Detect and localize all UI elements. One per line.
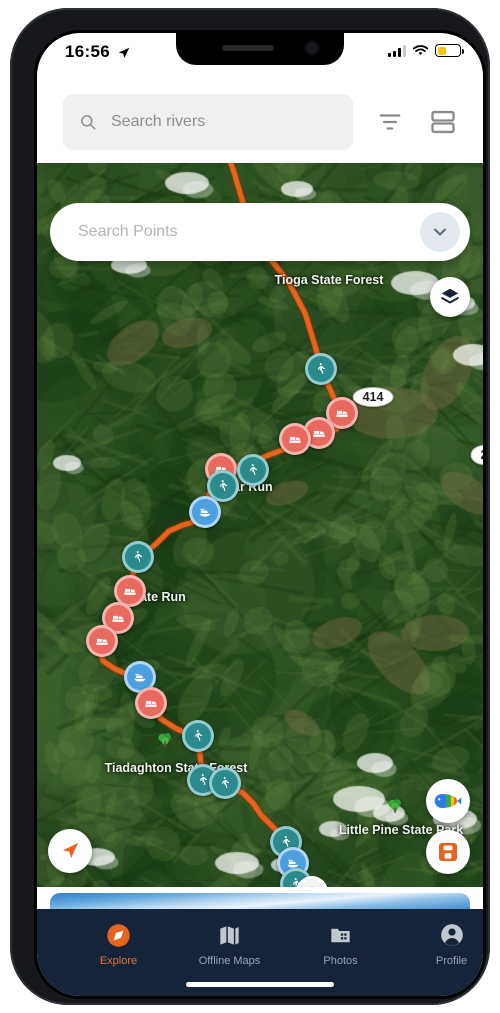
status-time: 16:56	[65, 42, 110, 61]
fish-icon	[434, 794, 462, 808]
map-view[interactable]: Tioga State Forest Cedar Run Slate Run Tiad…	[37, 163, 483, 909]
search-points-bar[interactable]	[50, 203, 470, 261]
tab-offline-maps[interactable]: Offline Maps	[174, 921, 285, 967]
river-detail-card-peek[interactable]	[37, 887, 483, 909]
map-marker-camp[interactable]	[279, 423, 311, 455]
map-layers-button[interactable]	[430, 277, 470, 317]
compass-icon	[105, 921, 132, 949]
tree-icon	[156, 731, 174, 749]
tab-photos-label: Photos	[323, 955, 358, 967]
photos-film-icon	[328, 921, 353, 949]
location-arrow-icon	[118, 47, 130, 59]
layers-icon	[441, 288, 459, 304]
tab-photos[interactable]: Photos	[285, 921, 396, 967]
notch-camera	[306, 42, 318, 54]
search-rivers-input[interactable]	[109, 112, 323, 132]
home-indicator[interactable]	[186, 982, 334, 987]
save-disk-icon	[439, 843, 457, 861]
map-marker-hike[interactable]	[182, 720, 214, 752]
device-notch	[176, 33, 344, 65]
tab-profile[interactable]: Profile	[396, 921, 483, 967]
bottom-tab-bar: Explore Offline Maps Photos Profile	[37, 909, 483, 996]
map-marker-hike[interactable]	[237, 454, 269, 486]
map-marker-boat[interactable]	[189, 496, 221, 528]
map-marker-camp[interactable]	[86, 625, 118, 657]
chevron-down-icon	[434, 228, 446, 236]
split-view-icon[interactable]	[429, 108, 457, 136]
search-rivers-field[interactable]	[63, 94, 353, 150]
filter-icon[interactable]	[377, 109, 403, 135]
cellular-signal-icon	[388, 44, 406, 57]
search-points-expand-button[interactable]	[420, 212, 460, 252]
search-points-input[interactable]	[76, 222, 380, 242]
map-marker-hike[interactable]	[122, 541, 154, 573]
tab-explore-label: Explore	[99, 955, 138, 967]
person-icon	[439, 921, 465, 949]
tab-profile-label: Profile	[435, 955, 468, 967]
status-indicators	[388, 44, 464, 57]
locate-me-button[interactable]	[48, 829, 92, 873]
locate-arrow-icon	[63, 843, 78, 858]
map-marker-hike[interactable]	[209, 767, 241, 799]
wifi-icon	[412, 45, 429, 55]
map-marker-camp[interactable]	[135, 687, 167, 719]
map-satellite-imagery[interactable]	[37, 163, 483, 909]
top-search-bar	[37, 79, 483, 163]
save-map-button[interactable]	[426, 830, 470, 874]
phone-frame: Tioga State Forest Cedar Run Slate Run Tiad…	[10, 8, 490, 1005]
search-icon	[81, 115, 96, 130]
fish-species-button[interactable]	[426, 779, 470, 823]
card-photo	[50, 893, 470, 909]
highway-shield: 414	[352, 387, 394, 407]
map-icon	[217, 921, 242, 949]
battery-low-power-icon	[435, 44, 464, 57]
tab-offline-maps-label: Offline Maps	[198, 955, 261, 967]
phone-screen: Tioga State Forest Cedar Run Slate Run Tiad…	[37, 33, 483, 996]
tab-explore[interactable]: Explore	[63, 921, 174, 967]
tree-icon	[386, 797, 404, 815]
notch-speaker	[222, 45, 274, 51]
map-marker-hike[interactable]	[305, 353, 337, 385]
